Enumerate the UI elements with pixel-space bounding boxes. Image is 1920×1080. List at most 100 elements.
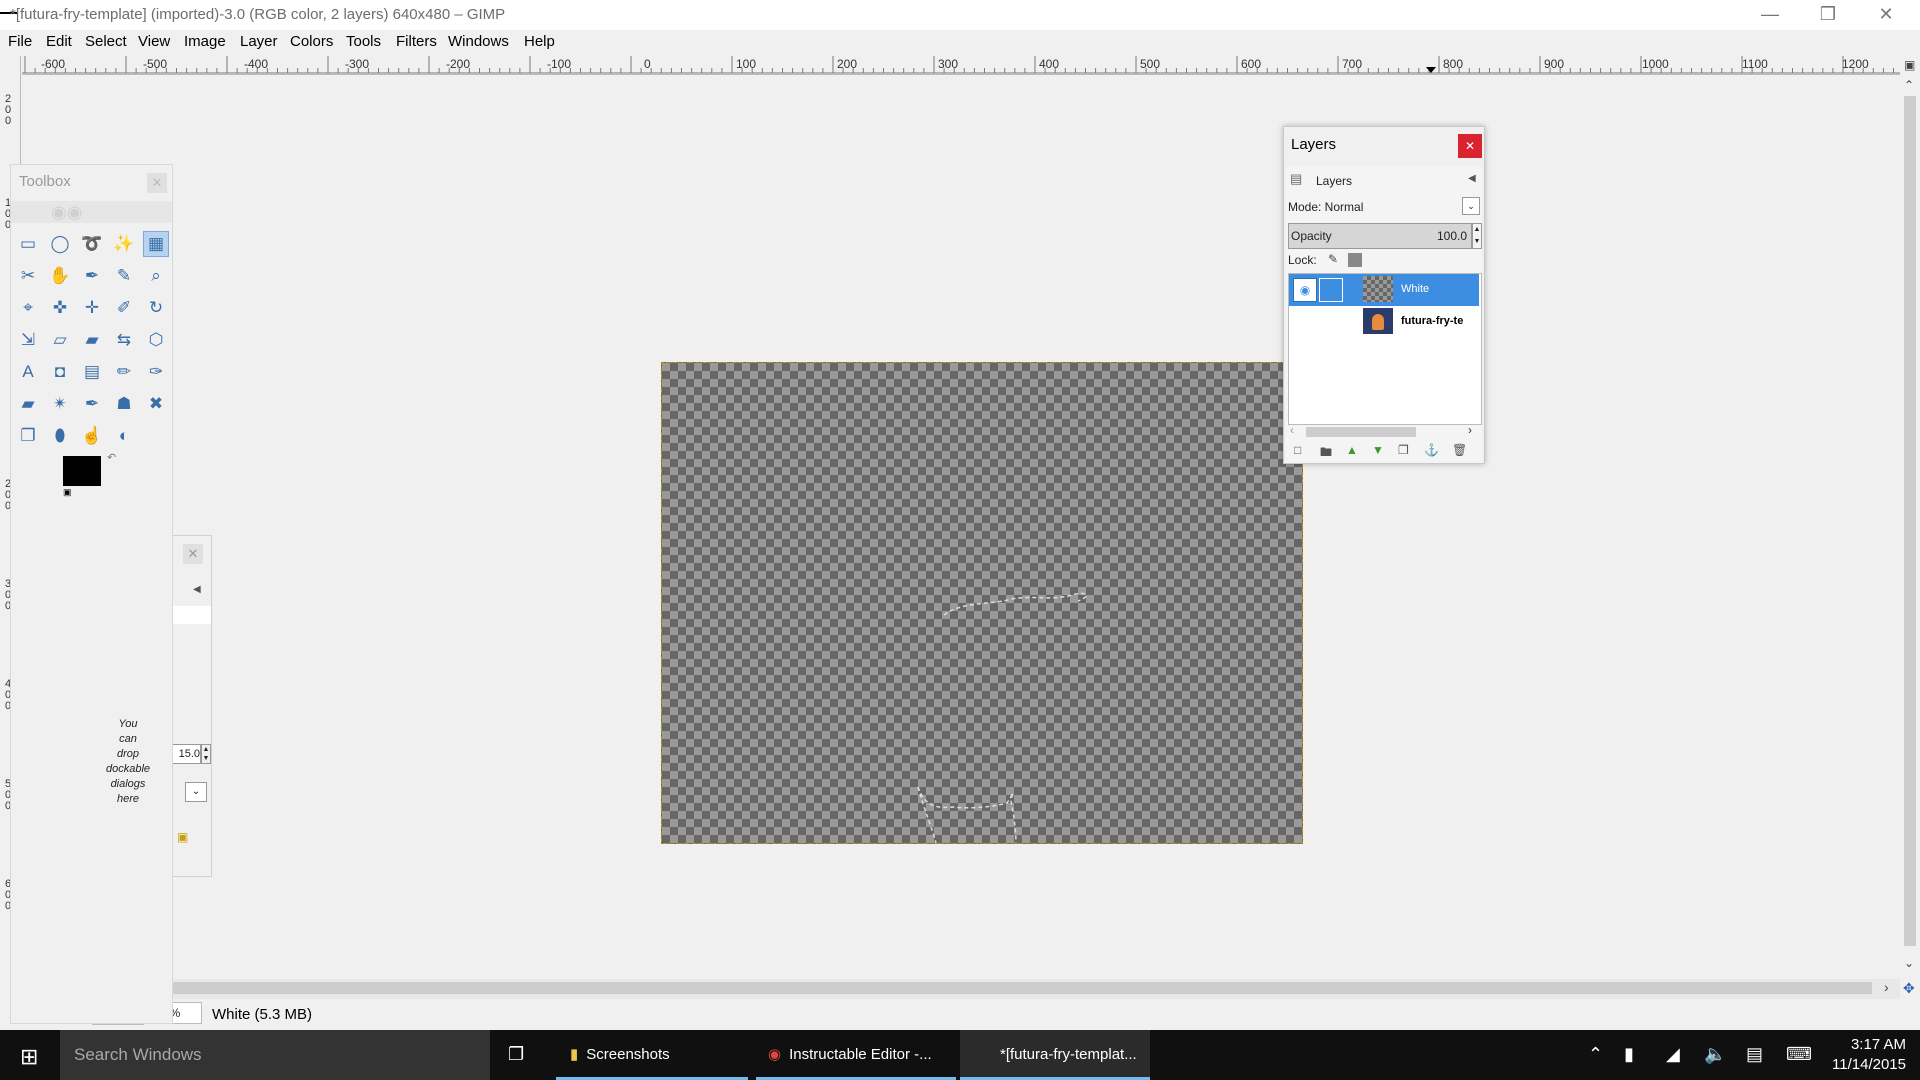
pencil-icon[interactable]: ✏ bbox=[111, 359, 137, 385]
taskbar-item-chrome[interactable]: ◉ Instructable Editor -... bbox=[756, 1030, 956, 1080]
paths-icon[interactable]: ✒ bbox=[79, 263, 105, 289]
menu-layer[interactable]: Layer bbox=[240, 33, 278, 50]
keyboard-icon[interactable]: ⌨ bbox=[1786, 1044, 1812, 1065]
dock-field[interactable] bbox=[171, 606, 211, 624]
horizontal-scrollbar[interactable]: › bbox=[170, 979, 1900, 999]
new-layer-group-icon[interactable]: 🖿 bbox=[1320, 443, 1332, 464]
horizontal-ruler[interactable]: -600 -500 -400 -300 -200 -100 0 100 200 … bbox=[22, 56, 1900, 75]
scroll-right-icon[interactable]: › bbox=[1884, 979, 1889, 995]
tab-layers[interactable]: ▤ Layers bbox=[1288, 169, 1364, 191]
blend-icon[interactable]: ▤ bbox=[79, 359, 105, 385]
mode-dropdown[interactable]: Mode: Normal ⌄ bbox=[1288, 197, 1480, 217]
layer-row-white[interactable]: ◉ White bbox=[1289, 274, 1479, 306]
panel-menu-icon[interactable]: ▣ bbox=[1904, 58, 1915, 72]
taskbar-item-gimp[interactable]: *[futura-fry-templat... bbox=[960, 1030, 1150, 1080]
spin-field[interactable]: 15.0 bbox=[171, 744, 201, 764]
menu-filters[interactable]: Filters bbox=[396, 33, 437, 50]
flip-icon[interactable]: ⇆ bbox=[111, 327, 137, 353]
menu-file[interactable]: File bbox=[8, 33, 32, 50]
new-layer-icon[interactable]: □ bbox=[1294, 443, 1301, 457]
text-icon[interactable]: A bbox=[15, 359, 41, 385]
close-button[interactable]: ✕ bbox=[1862, 0, 1910, 30]
smudge-icon[interactable]: ☝ bbox=[79, 423, 105, 449]
wilber-drop-area[interactable]: ◉◉ bbox=[11, 201, 172, 223]
menu-select[interactable]: Select bbox=[85, 33, 127, 50]
lock-alpha-icon[interactable] bbox=[1348, 253, 1362, 267]
dodge-burn-icon[interactable]: ◐ bbox=[111, 423, 137, 449]
menu-tools[interactable]: Tools bbox=[346, 33, 381, 50]
tab-menu-icon[interactable]: ◀ bbox=[1468, 173, 1476, 184]
cage-transform-icon[interactable]: ⬡ bbox=[143, 327, 169, 353]
menu-help[interactable]: Help bbox=[524, 33, 555, 50]
zoom-icon[interactable]: ⌕ bbox=[143, 263, 169, 289]
anchor-layer-icon[interactable]: ⚓ bbox=[1424, 443, 1439, 457]
minimize-button[interactable]: — bbox=[1746, 0, 1794, 30]
default-colors-icon[interactable]: ▣ bbox=[63, 487, 72, 498]
toolbox-close-button[interactable]: ✕ bbox=[147, 173, 167, 193]
maximize-button[interactable]: ❒ bbox=[1804, 0, 1852, 30]
menu-view[interactable]: View bbox=[138, 33, 170, 50]
move-icon[interactable]: ✜ bbox=[47, 295, 73, 321]
volume-icon[interactable]: 🔈 bbox=[1704, 1044, 1726, 1065]
clock-time[interactable]: 3:17 AM bbox=[1836, 1036, 1906, 1053]
scissors-select-icon[interactable]: ✂ bbox=[15, 263, 41, 289]
show-hidden-icons-icon[interactable]: ⌃ bbox=[1588, 1044, 1603, 1065]
visibility-eye-icon[interactable]: ◉ bbox=[1293, 278, 1317, 302]
scroll-right-icon[interactable]: › bbox=[1468, 423, 1472, 437]
foreground-color-swatch[interactable] bbox=[63, 456, 101, 486]
scroll-thumb[interactable] bbox=[1904, 96, 1916, 946]
task-view-icon[interactable]: ❐ bbox=[508, 1044, 524, 1065]
swap-colors-icon[interactable]: ↶ bbox=[107, 451, 116, 464]
ellipse-select-icon[interactable]: ◯ bbox=[47, 231, 73, 257]
fuzzy-select-icon[interactable]: ✨ bbox=[111, 231, 137, 257]
crop-icon[interactable]: ✐ bbox=[111, 295, 137, 321]
scroll-left-icon[interactable]: ‹ bbox=[1290, 423, 1294, 437]
reset-icon[interactable]: ▣ bbox=[177, 830, 188, 844]
eraser-icon[interactable]: ▰ bbox=[15, 391, 41, 417]
dropdown-arrow-icon[interactable]: ⌄ bbox=[185, 782, 207, 802]
search-box[interactable]: Search Windows bbox=[60, 1030, 490, 1080]
menu-image[interactable]: Image bbox=[184, 33, 226, 50]
lower-layer-icon[interactable]: ▼ bbox=[1372, 443, 1384, 457]
ink-icon[interactable]: ✒ bbox=[79, 391, 105, 417]
canvas-area[interactable] bbox=[21, 75, 1901, 979]
perspective-clone-icon[interactable]: ❐ bbox=[15, 423, 41, 449]
airbrush-icon[interactable]: ✴ bbox=[47, 391, 73, 417]
color-picker-icon[interactable]: ✎ bbox=[111, 263, 137, 289]
delete-layer-icon[interactable]: 🗑 bbox=[1452, 443, 1467, 457]
measure-icon[interactable]: ⌖ bbox=[15, 295, 41, 321]
scroll-thumb[interactable] bbox=[172, 982, 1872, 994]
navigate-icon[interactable]: ✥ bbox=[1903, 980, 1915, 997]
vertical-scrollbar[interactable]: ▣ ⌃ ⌄ bbox=[1900, 56, 1920, 979]
clone-icon[interactable]: ☗ bbox=[111, 391, 137, 417]
ruler-corner[interactable] bbox=[0, 56, 21, 75]
perspective-icon[interactable]: ▰ bbox=[79, 327, 105, 353]
layer-row-futura[interactable]: futura-fry-te bbox=[1289, 306, 1479, 338]
raise-layer-icon[interactable]: ▲ bbox=[1346, 443, 1358, 457]
opacity-spin-icon[interactable]: ▲ ▼ bbox=[1472, 223, 1482, 249]
menu-colors[interactable]: Colors bbox=[290, 33, 333, 50]
tab-menu-icon[interactable]: ◀ bbox=[193, 584, 201, 595]
rotate-icon[interactable]: ↻ bbox=[143, 295, 169, 321]
scale-icon[interactable]: ⇲ bbox=[15, 327, 41, 353]
select-by-color-icon[interactable]: ▦ bbox=[143, 231, 169, 257]
dock-close-button[interactable]: ✕ bbox=[183, 544, 203, 564]
spin-arrows-icon[interactable]: ▲ ▼ bbox=[201, 744, 211, 764]
scroll-thumb[interactable] bbox=[1306, 427, 1416, 437]
layer-list-hscroll[interactable]: ‹ › bbox=[1288, 423, 1480, 439]
scroll-down-icon[interactable]: ⌄ bbox=[1904, 956, 1914, 970]
image-canvas[interactable] bbox=[661, 362, 1303, 844]
wifi-icon[interactable]: ◢ bbox=[1666, 1044, 1680, 1065]
menu-edit[interactable]: Edit bbox=[46, 33, 72, 50]
lock-pixels-icon[interactable]: ✎ bbox=[1328, 252, 1338, 266]
action-center-icon[interactable]: ▤ bbox=[1746, 1044, 1763, 1065]
rect-select-icon[interactable]: ▭ bbox=[15, 231, 41, 257]
clock-date[interactable]: 11/14/2015 bbox=[1826, 1056, 1906, 1073]
menu-windows[interactable]: Windows bbox=[448, 33, 509, 50]
blur-icon[interactable]: ⬮ bbox=[47, 423, 73, 449]
shear-icon[interactable]: ▱ bbox=[47, 327, 73, 353]
layer-name[interactable]: White bbox=[1401, 283, 1429, 295]
heal-icon[interactable]: ✖ bbox=[143, 391, 169, 417]
free-select-icon[interactable]: ➰ bbox=[79, 231, 105, 257]
alignment-icon[interactable]: ✛ bbox=[79, 295, 105, 321]
